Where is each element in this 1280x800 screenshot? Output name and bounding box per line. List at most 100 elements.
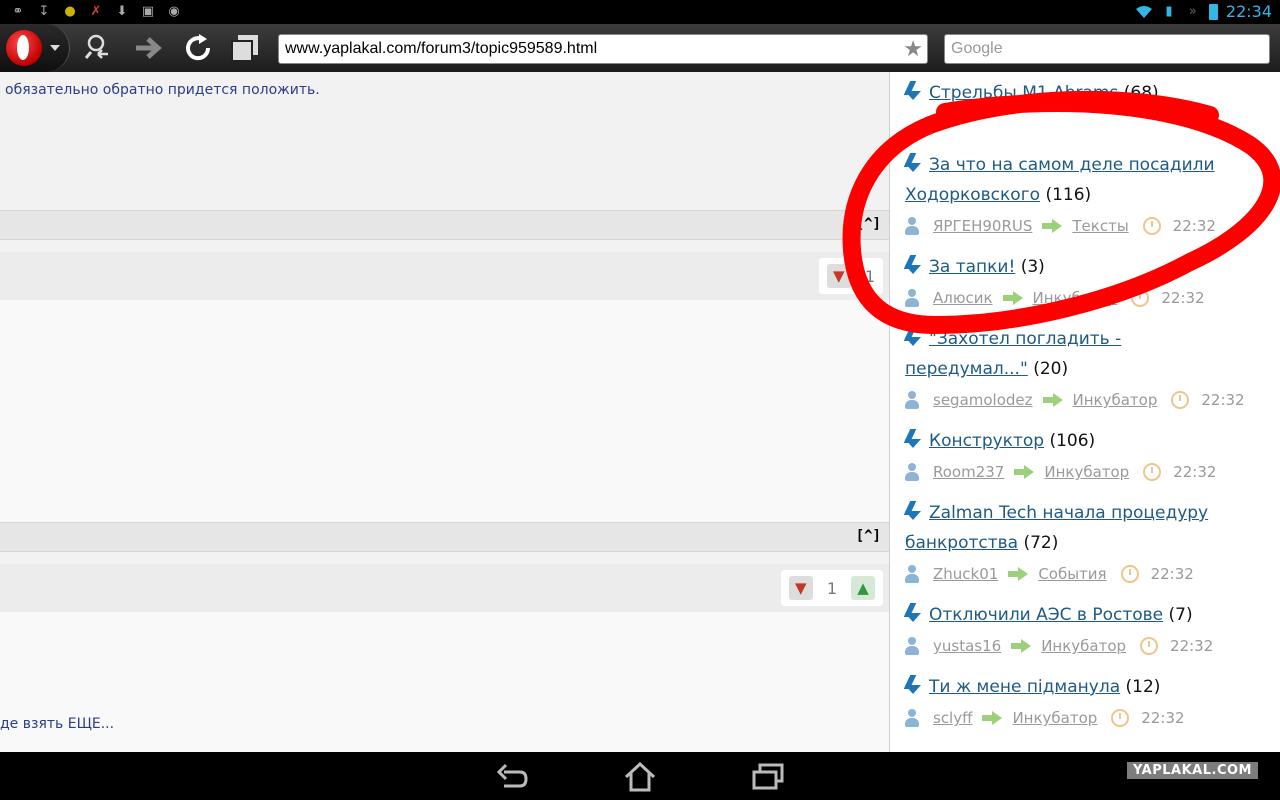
back-button[interactable] bbox=[492, 760, 532, 794]
thumb-down-icon[interactable]: ▼ bbox=[788, 576, 813, 600]
topic-link[interactable]: За тапки! bbox=[929, 257, 1015, 277]
clock: 22:34 bbox=[1225, 2, 1272, 21]
topic-item: Ти ж мене підманула (12) bbox=[905, 672, 1275, 702]
topic-item: Конструктор (106) bbox=[905, 426, 1275, 456]
topic-link[interactable]: Zalman Tech начала процедуру bbox=[929, 503, 1208, 523]
download-icon: ⬇ bbox=[116, 4, 128, 19]
topic-arrow-icon bbox=[905, 153, 921, 173]
post-header: ▼ 1 ▲ bbox=[0, 564, 889, 612]
address-bar[interactable]: www.yaplakal.com/forum3/topic959589.html… bbox=[278, 34, 928, 64]
headphones-icon: ⚭ bbox=[12, 4, 24, 19]
section-link[interactable]: Инкубатор bbox=[1041, 637, 1126, 655]
opera-menu-button[interactable] bbox=[0, 24, 70, 72]
rating-value: 1 bbox=[826, 578, 837, 598]
topic-arrow-icon bbox=[905, 603, 921, 623]
author-link[interactable]: Zhuck01 bbox=[933, 565, 998, 583]
topic-link[interactable]: Конструктор bbox=[929, 431, 1044, 451]
topic-item: Отключили АЭС в Ростове (7) bbox=[905, 600, 1275, 630]
topic-time: 22:32 bbox=[1141, 709, 1185, 727]
camera-icon: ◉ bbox=[168, 4, 180, 19]
topic-meta: segamolodez Инкубатор 22:32 bbox=[905, 386, 1245, 414]
zoom-out-icon bbox=[84, 34, 108, 59]
arrow-right-icon bbox=[1042, 219, 1063, 233]
author-link[interactable]: ЯРГЕН90RUS bbox=[933, 217, 1032, 235]
arrow-right-icon bbox=[1042, 393, 1063, 407]
topic-item: За тапки! (3) bbox=[905, 252, 1275, 282]
topic-link[interactable]: Ходорковского bbox=[905, 185, 1040, 205]
author-link[interactable]: sclyff bbox=[933, 709, 972, 727]
topic-meta: Zhuck01 События 22:32 bbox=[905, 560, 1194, 588]
author-link[interactable]: yustas16 bbox=[933, 637, 1001, 655]
clock-icon bbox=[1131, 289, 1150, 307]
section-link[interactable]: Инкубатор bbox=[1044, 463, 1129, 481]
user-icon bbox=[905, 709, 919, 727]
rating-value: 1 bbox=[864, 266, 875, 286]
section-link[interactable]: Инкубатор bbox=[1033, 289, 1118, 307]
browser-toolbar: www.yaplakal.com/forum3/topic959589.html… bbox=[0, 24, 1280, 72]
scroll-up-link[interactable]: [^] bbox=[856, 216, 881, 232]
section-link[interactable]: Тексты bbox=[1072, 217, 1128, 235]
post-rating: ▼ 1 ▲ bbox=[780, 570, 883, 606]
forward-button[interactable] bbox=[132, 32, 166, 64]
topic-time: 22:32 bbox=[1201, 391, 1245, 409]
topic-arrow-icon bbox=[905, 501, 921, 521]
thumb-up-icon[interactable]: ▲ bbox=[851, 576, 875, 600]
disabled-app-icon: ✗ bbox=[90, 4, 102, 19]
back-icon bbox=[496, 763, 528, 788]
screen: ⚭ ↧ ● ✗ ⬇ ▣ ◉ ▮ » 22:34 www.yaplakal.com… bbox=[0, 0, 1280, 800]
topic-arrow-icon bbox=[905, 429, 921, 449]
section-link[interactable]: Инкубатор bbox=[1073, 391, 1158, 409]
home-button[interactable] bbox=[620, 760, 660, 794]
app-icon: ● bbox=[64, 4, 76, 19]
photo-icon: ▣ bbox=[141, 4, 155, 19]
clock-icon bbox=[1111, 709, 1130, 727]
topic-time: 22:32 bbox=[1173, 463, 1217, 481]
author-link[interactable]: Алюсик bbox=[933, 289, 993, 307]
tabs-button[interactable] bbox=[228, 32, 262, 64]
topic-meta: sclyff Инкубатор 22:32 bbox=[905, 704, 1185, 732]
user-icon bbox=[905, 637, 919, 655]
topic-arrow-icon bbox=[905, 255, 921, 275]
clock-icon bbox=[1143, 463, 1162, 481]
scroll-up-link[interactable]: [^] bbox=[856, 528, 881, 544]
topic-arrow-icon bbox=[905, 81, 921, 101]
topic-count: (12) bbox=[1125, 677, 1161, 697]
chevron-down-icon bbox=[50, 45, 60, 51]
topic-link[interactable]: Ти ж мене підманула bbox=[929, 677, 1120, 697]
search-input[interactable]: Google bbox=[944, 34, 1270, 64]
topic-link[interactable]: Отключили АЭС в Ростове bbox=[929, 605, 1163, 625]
author-link[interactable]: Room237 bbox=[933, 463, 1004, 481]
section-link[interactable]: События bbox=[1038, 565, 1106, 583]
status-right: ▮ » 22:34 bbox=[1135, 2, 1272, 21]
topic-link[interactable]: За что на самом деле посадили bbox=[929, 155, 1215, 175]
home-icon bbox=[624, 761, 656, 792]
clock-icon bbox=[1140, 637, 1159, 655]
wifi-icon bbox=[1135, 5, 1152, 18]
topic-link[interactable]: "Захотел погладить - bbox=[929, 329, 1121, 349]
latest-topics-pane: Стрельбы M1 Abrams (68) За что на самом … bbox=[890, 72, 1280, 752]
reload-button[interactable] bbox=[182, 32, 216, 64]
topic-count: (3) bbox=[1020, 257, 1045, 277]
topic-link[interactable]: банкротства bbox=[905, 533, 1018, 553]
topic-meta: Room237 Инкубатор 22:32 bbox=[905, 458, 1216, 486]
recent-apps-button[interactable] bbox=[748, 760, 788, 794]
arrow-right-icon bbox=[1002, 291, 1023, 305]
topic-meta: Алюсик Инкубатор 22:32 bbox=[905, 284, 1205, 312]
reload-icon bbox=[186, 34, 211, 61]
navigation-bar: YAPLAKAL.COM bbox=[0, 752, 1280, 800]
forward-arrow-icon bbox=[136, 37, 162, 59]
topic-link[interactable]: Стрельбы M1 Abrams bbox=[929, 83, 1118, 103]
arrow-right-icon bbox=[1011, 639, 1032, 653]
thumb-down-icon[interactable]: ▼ bbox=[826, 264, 851, 288]
author-link[interactable]: segamolodez bbox=[933, 391, 1033, 409]
topic-link[interactable]: передумал..." bbox=[905, 359, 1028, 379]
arrow-right-icon bbox=[982, 711, 1003, 725]
topic-meta: ЯРГЕН90RUS Тексты 22:32 bbox=[905, 212, 1216, 240]
zoom-back-button[interactable] bbox=[84, 32, 118, 64]
overflow-icon: » bbox=[1188, 3, 1197, 19]
clock-icon bbox=[1120, 565, 1139, 583]
bookmark-star-icon[interactable]: ★ bbox=[903, 37, 923, 62]
section-link[interactable]: Инкубатор bbox=[1012, 709, 1097, 727]
arrow-right-icon bbox=[1014, 465, 1035, 479]
topic-time: 22:32 bbox=[1170, 637, 1214, 655]
